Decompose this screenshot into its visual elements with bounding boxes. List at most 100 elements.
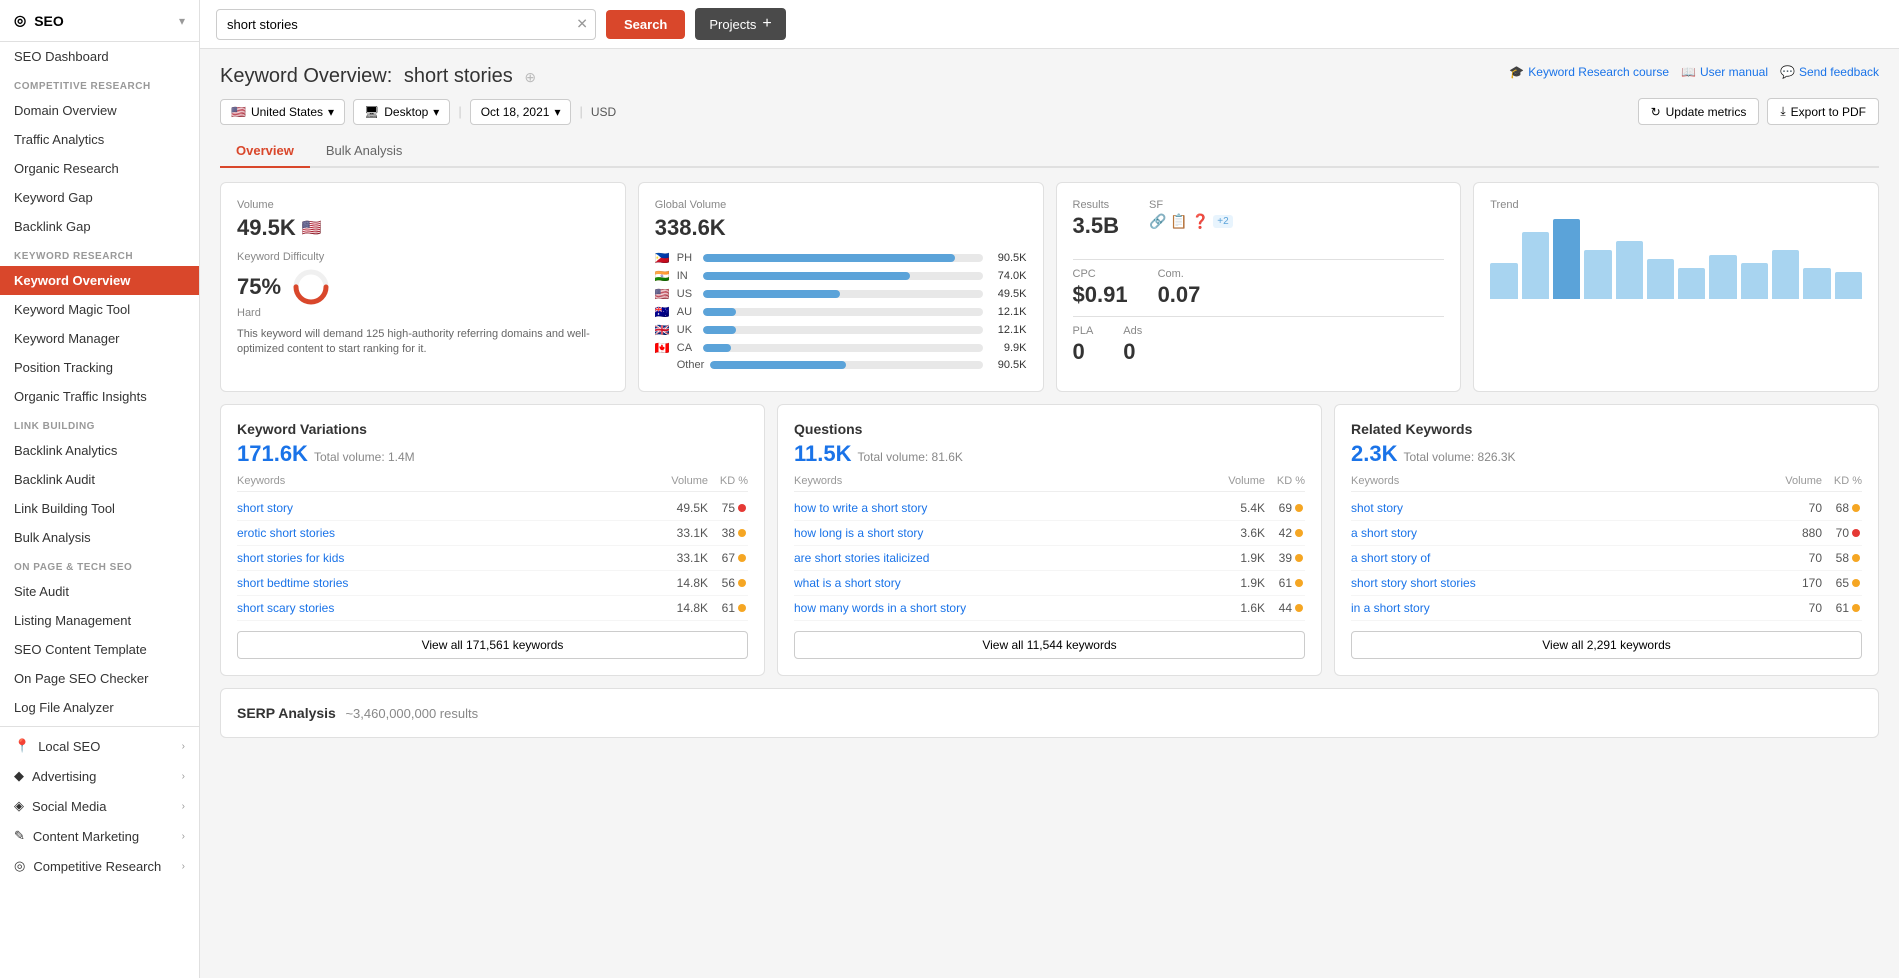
keyword-link[interactable]: how long is a short story: [794, 526, 1205, 540]
sidebar-item-keyword-overview[interactable]: Keyword Overview: [0, 266, 199, 295]
keyword-link[interactable]: in a short story: [1351, 601, 1762, 615]
country-flag: 🇨🇦: [655, 341, 671, 355]
country-row: 🇦🇺 AU 12.1K: [655, 305, 1027, 319]
sidebar-item-competitive-research-group[interactable]: ◎ Competitive Research ›: [0, 851, 199, 881]
country-row: 🇵🇭 PH 90.5K: [655, 251, 1027, 265]
global-volume-label: Global Volume: [655, 199, 1027, 211]
keyword-link[interactable]: erotic short stories: [237, 526, 648, 540]
sidebar-item-local-seo[interactable]: 📍 Local SEO ›: [0, 731, 199, 761]
sidebar-item-domain-overview[interactable]: Domain Overview: [0, 96, 199, 125]
update-metrics-button[interactable]: ↻ Update metrics: [1638, 98, 1760, 125]
tab-bulk-analysis[interactable]: Bulk Analysis: [310, 135, 419, 168]
kd-number: 61: [722, 601, 735, 615]
sidebar-item-backlink-analytics[interactable]: Backlink Analytics: [0, 436, 199, 465]
sidebar-item-traffic-analytics[interactable]: Traffic Analytics: [0, 125, 199, 154]
sidebar-item-listing-management[interactable]: Listing Management: [0, 606, 199, 635]
questions-card: Questions 11.5K Total volume: 81.6K Keyw…: [777, 404, 1322, 676]
ads-value: 0: [1123, 339, 1142, 365]
sidebar-item-organic-traffic-insights[interactable]: Organic Traffic Insights: [0, 382, 199, 411]
sidebar-item-backlink-gap[interactable]: Backlink Gap: [0, 212, 199, 241]
sidebar-item-keyword-manager[interactable]: Keyword Manager: [0, 324, 199, 353]
search-input[interactable]: [216, 9, 596, 40]
keyword-research-course-link[interactable]: 🎓 Keyword Research course: [1509, 65, 1669, 79]
serp-count: ~3,460,000,000 results: [345, 706, 478, 721]
sidebar-item-link-building-tool[interactable]: Link Building Tool: [0, 494, 199, 523]
q-view-all-button[interactable]: View all 11,544 keywords: [794, 631, 1305, 659]
sidebar-item-log-file-analyzer[interactable]: Log File Analyzer: [0, 693, 199, 722]
kd-donut-chart: [291, 267, 331, 307]
sidebar-chevron[interactable]: ▾: [179, 14, 185, 28]
country-bar-bg: [703, 344, 983, 352]
trend-bar: [1584, 250, 1611, 299]
sidebar-item-keyword-magic-tool[interactable]: Keyword Magic Tool: [0, 295, 199, 324]
export-pdf-button[interactable]: ⤓ Export to PDF: [1767, 98, 1879, 125]
table-row: a short story 880 70: [1351, 521, 1862, 546]
sidebar-item-seo-content-template[interactable]: SEO Content Template: [0, 635, 199, 664]
projects-button[interactable]: Projects +: [695, 8, 785, 40]
device-chevron-icon: ▾: [433, 105, 439, 119]
kd-dot-indicator: [1295, 529, 1303, 537]
search-button[interactable]: Search: [606, 10, 685, 39]
kv-view-all-button[interactable]: View all 171,561 keywords: [237, 631, 748, 659]
keyword-link[interactable]: are short stories italicized: [794, 551, 1205, 565]
sf-badge: +2: [1213, 215, 1232, 228]
sidebar-item-keyword-gap[interactable]: Keyword Gap: [0, 183, 199, 212]
kd-number: 61: [1279, 576, 1292, 590]
sidebar-item-site-audit[interactable]: Site Audit: [0, 577, 199, 606]
keyword-volume: 880: [1762, 526, 1822, 540]
keyword-link[interactable]: short stories for kids: [237, 551, 648, 565]
keyword-link[interactable]: short story: [237, 501, 648, 515]
kd-dot-indicator: [738, 529, 746, 537]
pla-block: PLA 0: [1073, 325, 1094, 365]
keyword-link[interactable]: how to write a short story: [794, 501, 1205, 515]
sidebar-item-organic-research[interactable]: Organic Research: [0, 154, 199, 183]
sidebar-item-social-media[interactable]: ◈ Social Media ›: [0, 791, 199, 821]
keyword-volume: 14.8K: [648, 576, 708, 590]
sidebar-divider: [0, 726, 199, 727]
rk-view-all-button[interactable]: View all 2,291 keywords: [1351, 631, 1862, 659]
user-manual-link[interactable]: 📖 User manual: [1681, 65, 1768, 79]
country-filter[interactable]: 🇺🇸 United States ▾: [220, 99, 345, 125]
sidebar-item-bulk-analysis[interactable]: Bulk Analysis: [0, 523, 199, 552]
kd-number: 70: [1836, 526, 1849, 540]
tab-overview[interactable]: Overview: [220, 135, 310, 168]
country-value: 49.5K: [989, 288, 1027, 300]
keyword-link[interactable]: a short story of: [1351, 551, 1762, 565]
device-filter[interactable]: 🖥 Desktop ▾: [353, 99, 450, 125]
trend-bar: [1709, 255, 1736, 299]
kd-number: 75: [722, 501, 735, 515]
sidebar-item-content-marketing[interactable]: ✎ Content Marketing ›: [0, 821, 199, 851]
date-filter[interactable]: Oct 18, 2021 ▾: [470, 99, 572, 125]
keyword-link[interactable]: how many words in a short story: [794, 601, 1205, 615]
keyword-volume: 3.6K: [1205, 526, 1265, 540]
country-bar-fill: [703, 290, 840, 298]
keyword-link[interactable]: short bedtime stories: [237, 576, 648, 590]
keyword-link[interactable]: what is a short story: [794, 576, 1205, 590]
sidebar-item-advertising[interactable]: ◆ Advertising ›: [0, 761, 199, 791]
rk-total-label: Total volume: 826.3K: [1403, 450, 1515, 464]
send-feedback-link[interactable]: 💬 Send feedback: [1780, 65, 1879, 79]
sidebar-item-on-page-seo-checker[interactable]: On Page SEO Checker: [0, 664, 199, 693]
sf-label: SF: [1149, 199, 1233, 211]
sidebar-item-seo-dashboard[interactable]: SEO Dashboard: [0, 42, 199, 71]
ads-label: Ads: [1123, 325, 1142, 337]
search-clear-button[interactable]: ✕: [576, 16, 588, 33]
kv-table-header: Keywords Volume KD %: [237, 471, 748, 492]
table-row: short story 49.5K 75: [237, 496, 748, 521]
country-bar-bg: [703, 272, 983, 280]
keyword-link[interactable]: short scary stories: [237, 601, 648, 615]
kd-description: This keyword will demand 125 high-author…: [237, 327, 609, 358]
country-flag: 🇦🇺: [655, 305, 671, 319]
com-value: 0.07: [1158, 282, 1201, 308]
sidebar-logo[interactable]: ◎ SEO: [14, 12, 64, 29]
pla-ads-row: PLA 0 Ads 0: [1073, 325, 1445, 365]
keyword-link[interactable]: shot story: [1351, 501, 1762, 515]
sidebar-item-backlink-audit[interactable]: Backlink Audit: [0, 465, 199, 494]
sidebar-item-position-tracking[interactable]: Position Tracking: [0, 353, 199, 382]
related-keywords-card: Related Keywords 2.3K Total volume: 826.…: [1334, 404, 1879, 676]
country-bar-fill: [710, 361, 846, 369]
rk-rows: shot story 70 68 a short story 880 70 a …: [1351, 496, 1862, 621]
keyword-link[interactable]: a short story: [1351, 526, 1762, 540]
keyword-link[interactable]: short story short stories: [1351, 576, 1762, 590]
rk-title: Related Keywords: [1351, 421, 1862, 437]
